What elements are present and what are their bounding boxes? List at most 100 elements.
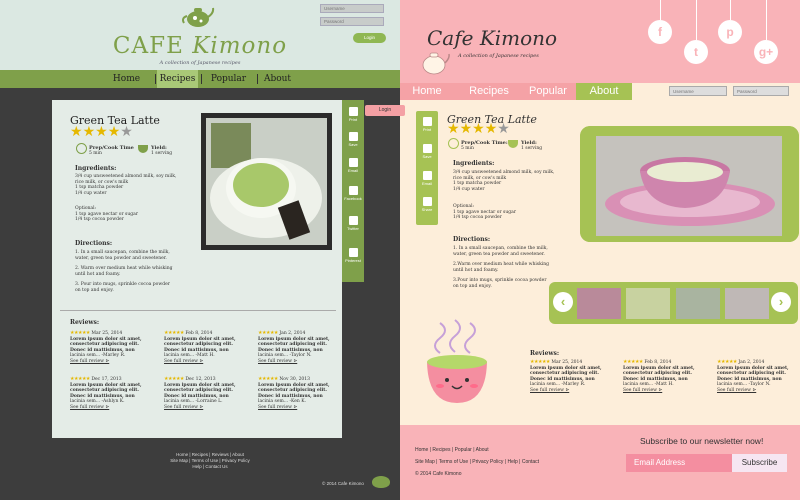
footer-link[interactable]: Privacy Policy (222, 458, 250, 463)
footer-link[interactable]: Popular (455, 447, 472, 453)
subscribe-button[interactable]: Subscribe (732, 454, 787, 472)
see-full-review-link[interactable]: See full review ⊳ (70, 405, 145, 411)
left-share-pinterest[interactable]: Pinterest (342, 248, 364, 263)
footer-link[interactable]: Help (192, 464, 201, 469)
right-nav: Home Recipes Popular About (400, 83, 632, 100)
left-yield-value: 1 serving (151, 151, 173, 156)
right-share-print[interactable]: Print (416, 117, 438, 132)
left-logo: CAFE Kimono (112, 33, 288, 59)
right-login-button[interactable]: Login (365, 105, 405, 116)
facebook-icon (348, 186, 358, 195)
direction-line: on top and enjoy. (75, 287, 114, 293)
right-username-input[interactable] (669, 86, 727, 96)
footer-link[interactable]: Site Map (170, 458, 188, 463)
review-date: Feb 8, 2014 (185, 331, 213, 336)
left-nav-popular[interactable]: Popular (208, 70, 249, 88)
mail-icon (422, 171, 432, 180)
pinterest-icon[interactable]: p (718, 20, 742, 44)
footer-link[interactable]: Recipes (432, 447, 450, 453)
optional-line: 1/4 tsp cocoa powder (75, 217, 124, 222)
google-plus-icon[interactable]: g+ (754, 40, 778, 64)
right-optional: Optional: 1 tsp agave nectar or sugar 1/… (453, 204, 516, 221)
right-nav-home[interactable]: Home (400, 83, 454, 100)
left-share-email[interactable]: Email (342, 158, 364, 173)
see-full-review-link[interactable]: See full review ⊳ (164, 359, 239, 365)
left-theme: CAFE Kimono A collection of Japanese rec… (0, 0, 400, 500)
right-nav-recipes[interactable]: Recipes (460, 83, 518, 100)
carousel-thumb[interactable] (626, 288, 670, 319)
left-password-input[interactable] (320, 17, 384, 26)
hanging-string (696, 0, 697, 40)
footer-link[interactable]: Site Map (415, 459, 435, 465)
right-ingredients-heading: Ingredients: (453, 160, 495, 167)
review-stars: ★★★★★ (70, 376, 90, 382)
facebook-icon[interactable]: f (648, 20, 672, 44)
see-full-review-link[interactable]: See full review ⊳ (70, 359, 145, 365)
left-nav-recipes[interactable]: Recipes (157, 70, 198, 88)
carousel-thumb[interactable] (577, 288, 621, 319)
left-ingredients: 3/4 cup unsweetened almond milk, soy mil… (75, 174, 195, 196)
review-text: consectetur adipiscing elit. (70, 388, 139, 393)
review-date: Jan 2, 2014 (738, 360, 765, 365)
left-share-bar: Print Save Email Facebook Twitter Pinter… (342, 100, 364, 282)
download-icon (348, 132, 358, 141)
see-full-review-link[interactable]: See full review ⊳ (258, 359, 333, 365)
nav-divider (257, 74, 258, 84)
right-nav-about[interactable]: About (576, 83, 632, 100)
footer-link[interactable]: Terms of Use (439, 459, 468, 465)
footer-link[interactable]: Contact Us (205, 464, 227, 469)
footer-link[interactable]: About (476, 447, 489, 453)
footer-link[interactable]: Reviews (212, 452, 229, 457)
left-share-facebook[interactable]: Facebook (342, 186, 364, 201)
footer-link[interactable]: Help (507, 459, 517, 465)
carousel-thumb[interactable] (725, 288, 769, 319)
review-stars: ★★★★★ (164, 330, 184, 336)
hanging-string (730, 0, 731, 20)
chevron-right-icon[interactable]: › (771, 292, 791, 312)
ingredient-line: 1/4 cup water (75, 190, 107, 196)
left-share-twitter[interactable]: Twitter (342, 216, 364, 231)
direction-line: 2.Warm over medium heat while whisking (453, 262, 550, 267)
review-card: ★★★★★ Mar 25, 2014 Lorem ipsum dolor sit … (530, 359, 605, 394)
review-card: ★★★★★ Jan 2, 2014 Lorem ipsum dolor sit a… (717, 359, 792, 394)
chevron-left-icon[interactable]: ‹ (553, 292, 573, 312)
printer-icon (348, 107, 358, 116)
footer-link[interactable]: Home (415, 447, 428, 453)
review-stars: ★★★★★ (70, 330, 90, 336)
see-full-review-link[interactable]: See full review ⊳ (258, 405, 333, 411)
left-share-print[interactable]: Print (342, 107, 364, 122)
twitter-icon[interactable]: t (684, 40, 708, 64)
right-nav-popular[interactable]: Popular (520, 83, 576, 100)
see-full-review-link[interactable]: See full review ⊳ (164, 405, 239, 411)
left-nav-about[interactable]: About (261, 70, 294, 88)
right-tagline: A collection of Japanese recipes (458, 53, 539, 59)
review-stars: ★★★★★ (623, 359, 643, 365)
see-full-review-link[interactable]: See full review ⊳ (717, 388, 792, 394)
right-password-input[interactable] (733, 86, 789, 96)
see-full-review-link[interactable]: See full review ⊳ (623, 388, 698, 394)
direction-line: until hot and foamy. (75, 271, 121, 277)
footer-link[interactable]: About (232, 452, 244, 457)
left-share-save[interactable]: Save (342, 132, 364, 147)
left-login-button[interactable]: Login (353, 33, 386, 43)
review-card: ★★★★★ Dec 17, 2013 Lorem ipsum dolor sit … (70, 376, 145, 411)
left-nav-home[interactable]: Home (110, 70, 143, 88)
footer-link[interactable]: Home (176, 452, 188, 457)
footer-link[interactable]: Contact (522, 459, 539, 465)
left-username-input[interactable] (320, 4, 384, 13)
nav-divider (155, 74, 156, 84)
review-stars: ★★★★★ (530, 359, 550, 365)
see-full-review-link[interactable]: See full review ⊳ (530, 388, 605, 394)
carousel-thumb[interactable] (676, 288, 720, 319)
right-share-email[interactable]: Email (416, 171, 438, 186)
left-reviews-heading: Reviews: (70, 319, 100, 326)
footer-link[interactable]: Terms of Use (192, 458, 219, 463)
review-text: consectetur adipiscing elit. (164, 342, 233, 347)
right-share-more[interactable]: Share (416, 197, 438, 212)
newsletter-email-input[interactable]: Email Address (626, 454, 732, 472)
footer-link[interactable]: Recipes (192, 452, 208, 457)
right-footer-links-row1: Home | Recipes | Popular | About (415, 447, 489, 453)
review-stars: ★★★★★ (258, 330, 278, 336)
right-share-save[interactable]: Save (416, 144, 438, 159)
footer-link[interactable]: Privacy Policy (472, 459, 503, 465)
